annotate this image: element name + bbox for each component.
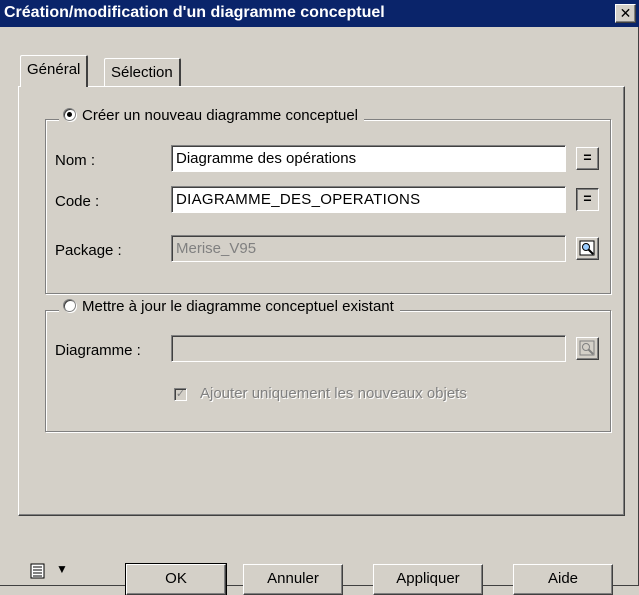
create-new-label: Créer un nouveau diagramme conceptuel	[82, 107, 358, 124]
add-new-objects-checkbox: ✓	[174, 388, 187, 401]
code-label: Code :	[55, 193, 100, 210]
tab-panel-general: Créer un nouveau diagramme conceptuel No…	[18, 86, 625, 516]
nom-label: Nom :	[55, 152, 96, 169]
close-button[interactable]: ✕	[615, 4, 636, 23]
package-browse-button[interactable]	[576, 237, 599, 260]
browse-icon	[579, 340, 595, 356]
create-new-radio[interactable]: Créer un nouveau diagramme conceptuel	[59, 107, 364, 124]
help-label: Aide	[547, 570, 579, 587]
tab-general-label: Général	[27, 61, 81, 78]
code-field[interactable]: DIAGRAMME_DES_OPERATIONS	[171, 186, 566, 213]
cancel-label: Annuler	[267, 570, 319, 587]
apply-button[interactable]: Appliquer	[373, 564, 483, 595]
apply-label: Appliquer	[396, 570, 460, 587]
dialog-window: Création/modification d'un diagramme con…	[0, 0, 639, 595]
diagramme-field	[171, 335, 566, 362]
tab-selection-label: Sélection	[111, 64, 173, 81]
diagramme-label: Diagramme :	[55, 342, 141, 359]
code-equal-button[interactable]: =	[576, 188, 599, 211]
create-new-radio-dot[interactable]	[63, 108, 76, 121]
close-icon: ✕	[619, 5, 632, 21]
checkmark-icon: ✓	[175, 388, 186, 400]
cancel-button[interactable]: Annuler	[243, 564, 343, 595]
tab-general[interactable]: Général	[20, 55, 89, 87]
equal-icon: =	[583, 190, 592, 206]
equal-icon: =	[583, 149, 592, 165]
add-new-objects-label: Ajouter uniquement les nouveaux objets	[200, 385, 467, 402]
help-button[interactable]: Aide	[513, 564, 613, 595]
ok-label: OK	[165, 570, 187, 587]
update-existing-radio-dot[interactable]	[63, 299, 76, 312]
nom-field[interactable]: Diagramme des opérations	[171, 145, 566, 172]
nom-equal-button[interactable]: =	[576, 147, 599, 170]
properties-menu-icon	[30, 563, 45, 579]
nom-value: Diagramme des opérations	[176, 150, 357, 167]
browse-icon	[579, 240, 595, 256]
chevron-down-icon: ▼	[56, 562, 68, 576]
update-existing-label: Mettre à jour le diagramme conceptuel ex…	[82, 298, 394, 315]
code-value: DIAGRAMME_DES_OPERATIONS	[176, 191, 421, 208]
window-title: Création/modification d'un diagramme con…	[4, 4, 385, 21]
package-value: Merise_V95	[176, 240, 257, 257]
title-bar[interactable]: Création/modification d'un diagramme con…	[0, 0, 639, 27]
update-existing-radio[interactable]: Mettre à jour le diagramme conceptuel ex…	[59, 298, 400, 315]
package-field: Merise_V95	[171, 235, 566, 262]
diagramme-browse-button	[576, 337, 599, 360]
tab-selection[interactable]: Sélection	[104, 58, 181, 86]
update-existing-group	[45, 310, 611, 432]
package-label: Package :	[55, 242, 122, 259]
properties-menu-button[interactable]: ▼	[30, 562, 80, 588]
ok-button[interactable]: OK	[125, 563, 227, 595]
